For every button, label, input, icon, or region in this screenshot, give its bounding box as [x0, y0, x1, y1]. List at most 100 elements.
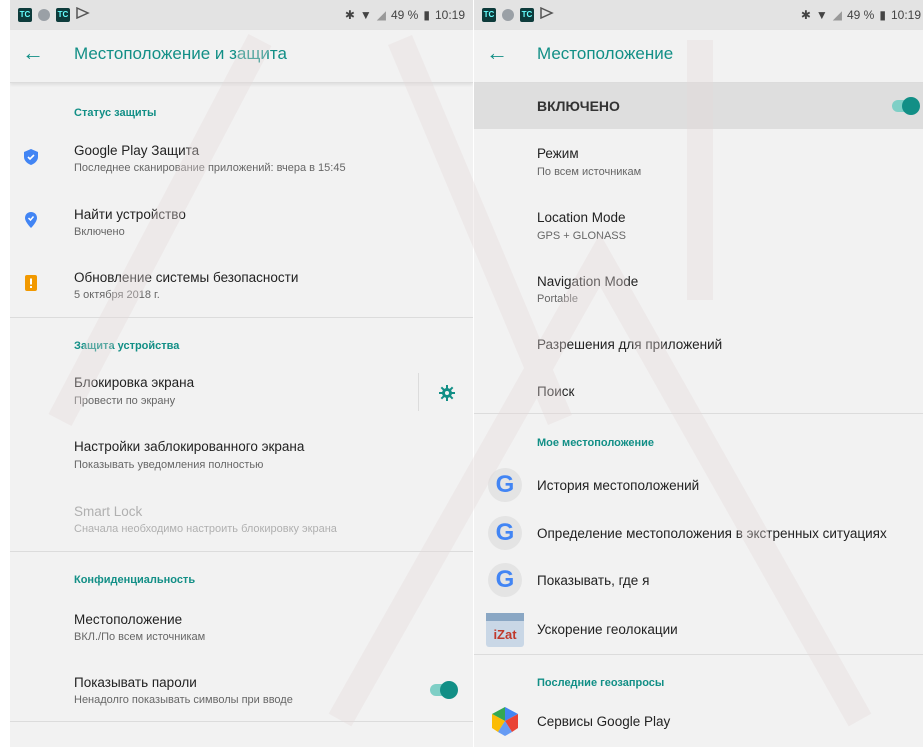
bluetooth-icon: ✱ — [344, 8, 355, 22]
google-icon: G — [488, 563, 522, 597]
google-play-services-label: Сервисы Google Play — [537, 714, 671, 729]
svg-text:iZat: iZat — [493, 627, 517, 642]
emergency-location-label: Определение местоположения в экстренных … — [537, 526, 887, 541]
geolocation-acceleration-label: Ускорение геолокации — [537, 622, 678, 637]
divider — [10, 721, 473, 722]
section-recent-requests: Последние геозапросы — [537, 677, 665, 689]
security-settings-screen: TC TC ✱ ▼ ◢ 49 % ▮ 10:19 ← Местоположени… — [10, 0, 473, 747]
find-device-item[interactable]: Найти устройство Включено — [10, 199, 473, 253]
section-device-protection: Защита устройства — [74, 340, 180, 352]
google-play-services-icon — [488, 704, 522, 743]
mode-item[interactable]: Режим По всем источникам — [474, 138, 923, 192]
smart-lock-subtitle: Сначала необходимо настроить блокировку … — [74, 523, 337, 535]
security-update-title: Обновление системы безопасности — [74, 270, 299, 285]
find-device-subtitle: Включено — [74, 226, 125, 238]
location-pin-icon — [25, 212, 37, 233]
tc-icon: TC — [520, 7, 534, 22]
divider — [474, 413, 923, 414]
circle-icon — [38, 8, 50, 21]
wifi-icon: ▼ — [359, 8, 372, 22]
google-play-services-item[interactable]: Сервисы Google Play — [474, 700, 923, 744]
geolocation-acceleration-item[interactable]: iZat Ускорение геолокации — [474, 608, 923, 652]
app-permissions-item[interactable]: Разрешения для приложений — [474, 325, 923, 365]
signal-icon: ◢ — [832, 8, 842, 22]
navigation-mode-title: Navigation Mode — [537, 274, 639, 289]
emergency-location-item[interactable]: G Определение местоположения в экстренны… — [474, 512, 923, 556]
lock-screen-settings-subtitle: Показывать уведомления полностью — [74, 459, 264, 471]
google-icon: G — [488, 468, 522, 502]
app-bar: ← Местоположение и защита — [10, 30, 473, 83]
page-title: Местоположение — [537, 44, 674, 63]
circle-icon — [502, 8, 514, 21]
divider — [10, 317, 473, 318]
status-bar: TC TC ✱ ▼ ◢ 49 % ▮ 10:19 — [10, 0, 473, 30]
location-mode-item[interactable]: Location Mode GPS + GLONASS — [474, 202, 923, 256]
screen-lock-item[interactable]: Блокировка экрана Провести по экрану — [10, 367, 413, 421]
security-update-icon — [25, 275, 37, 296]
battery-level: 49 % — [847, 8, 875, 22]
vertical-divider — [418, 373, 419, 411]
section-my-location: Мое местоположение — [537, 437, 655, 449]
play-protect-title: Google Play Защита — [74, 143, 200, 158]
status-bar: TC TC ✱ ▼ ◢ 49 % ▮ 10:19 — [474, 0, 923, 30]
show-passwords-item[interactable]: Показывать пароли Ненадолго показывать с… — [10, 667, 473, 721]
play-protect-item[interactable]: Google Play Защита Последнее сканировани… — [10, 135, 473, 189]
location-item[interactable]: Местоположение ВКЛ./По всем источникам — [10, 604, 473, 658]
clock: 10:19 — [434, 8, 465, 22]
app-permissions-title: Разрешения для приложений — [537, 337, 723, 352]
screen-lock-title: Блокировка экрана — [74, 375, 195, 390]
show-passwords-title: Показывать пароли — [74, 675, 197, 690]
bluetooth-icon: ✱ — [800, 8, 811, 22]
page-title: Местоположение и защита — [74, 44, 287, 63]
battery-icon: ▮ — [423, 8, 430, 22]
location-history-label: История местоположений — [537, 478, 700, 493]
back-arrow-icon[interactable]: ← — [22, 40, 44, 66]
lock-screen-settings-title: Настройки заблокированного экрана — [74, 439, 305, 454]
tc-icon: TC — [56, 7, 70, 22]
mode-subtitle: По всем источникам — [537, 166, 642, 178]
clock: 10:19 — [890, 8, 921, 22]
cast-icon — [540, 6, 554, 22]
google-icon: G — [488, 516, 522, 550]
lock-screen-settings-item[interactable]: Настройки заблокированного экрана Показы… — [10, 431, 473, 485]
show-passwords-subtitle: Ненадолго показывать символы при вводе — [74, 694, 293, 706]
divider — [10, 551, 473, 552]
security-update-subtitle: 5 октября 2018 г. — [74, 289, 160, 301]
show-where-i-am-label: Показывать, где я — [537, 573, 650, 588]
security-update-item[interactable]: Обновление системы безопасности 5 октябр… — [10, 262, 473, 316]
show-passwords-toggle[interactable] — [430, 681, 458, 699]
location-settings-screen: TC TC ✱ ▼ ◢ 49 % ▮ 10:19 ← Местоположени… — [474, 0, 923, 747]
gear-icon[interactable] — [439, 385, 455, 406]
location-mode-subtitle: GPS + GLONASS — [537, 230, 626, 242]
tc-icon: TC — [482, 7, 496, 22]
search-item[interactable]: Поиск — [474, 372, 923, 412]
search-title: Поиск — [537, 384, 575, 399]
play-protect-subtitle: Последнее сканирование приложений: вчера… — [74, 162, 346, 174]
back-arrow-icon[interactable]: ← — [486, 40, 508, 66]
find-device-title: Найти устройство — [74, 207, 186, 222]
smart-lock-item: Smart Lock Сначала необходимо настроить … — [10, 496, 473, 550]
location-history-item[interactable]: G История местоположений — [474, 464, 923, 508]
shield-icon — [24, 149, 38, 170]
qualcomm-izat-icon: iZat — [486, 613, 524, 652]
location-subtitle: ВКЛ./По всем источникам — [74, 631, 206, 643]
cast-icon — [76, 6, 90, 22]
signal-icon: ◢ — [376, 8, 386, 22]
show-where-i-am-item[interactable]: G Показывать, где я — [474, 559, 923, 603]
tc-icon: TC — [18, 7, 32, 22]
navigation-mode-item[interactable]: Navigation Mode Portable — [474, 266, 923, 320]
location-master-switch-row[interactable]: ВКЛЮЧЕНО — [474, 83, 923, 129]
battery-level: 49 % — [391, 8, 419, 22]
mode-title: Режим — [537, 146, 579, 161]
wifi-icon: ▼ — [815, 8, 828, 22]
section-privacy: Конфиденциальность — [74, 574, 196, 586]
master-switch-label: ВКЛЮЧЕНО — [537, 98, 620, 114]
app-bar: ← Местоположение — [474, 30, 923, 83]
smart-lock-title: Smart Lock — [74, 504, 143, 519]
location-title: Местоположение — [74, 612, 183, 627]
screen-lock-subtitle: Провести по экрану — [74, 395, 176, 407]
section-security-status: Статус защиты — [74, 107, 157, 119]
divider — [474, 654, 923, 655]
location-master-toggle[interactable] — [892, 97, 920, 115]
location-mode-title: Location Mode — [537, 210, 626, 225]
